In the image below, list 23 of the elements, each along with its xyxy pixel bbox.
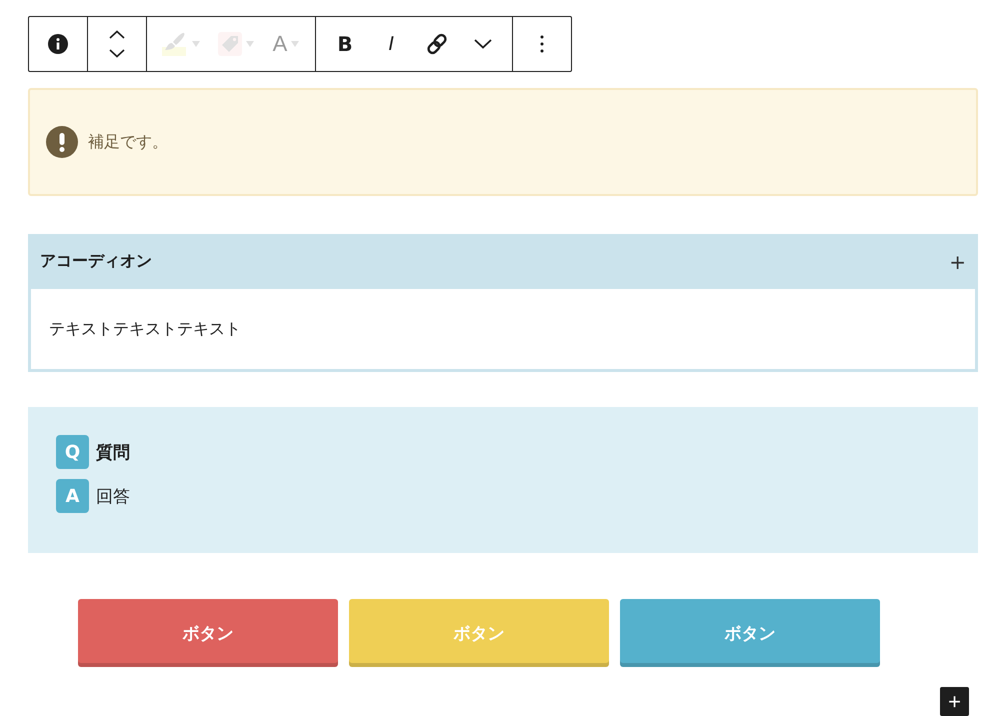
more-options-icon [540,35,544,53]
caret-icon [291,41,300,47]
question-label: Q [56,435,89,469]
answer-label: A [56,479,89,513]
accordion-text: テキストテキストテキスト [49,318,241,340]
tag-icon [218,32,242,56]
info-icon [48,34,68,54]
answer-text: 回答 [96,486,130,508]
brush-icon [162,31,188,57]
italic-button[interactable]: I [368,21,414,67]
caret-icon [192,41,200,47]
add-block-button[interactable]: + [940,687,969,716]
chevron-down-icon [474,39,492,49]
exclamation-icon [46,126,78,158]
accordion-header[interactable]: アコーディオン + [31,234,975,289]
question-text: 質問 [96,442,130,464]
link-icon [426,33,448,55]
bold-button[interactable]: B [322,21,368,67]
up-down-chevron-icon [108,30,126,58]
toggle-icon[interactable]: + [949,250,966,274]
accordion-title: アコーディオン [40,251,152,272]
notice-text: 補足です。 [88,132,168,152]
caret-icon [246,41,254,47]
